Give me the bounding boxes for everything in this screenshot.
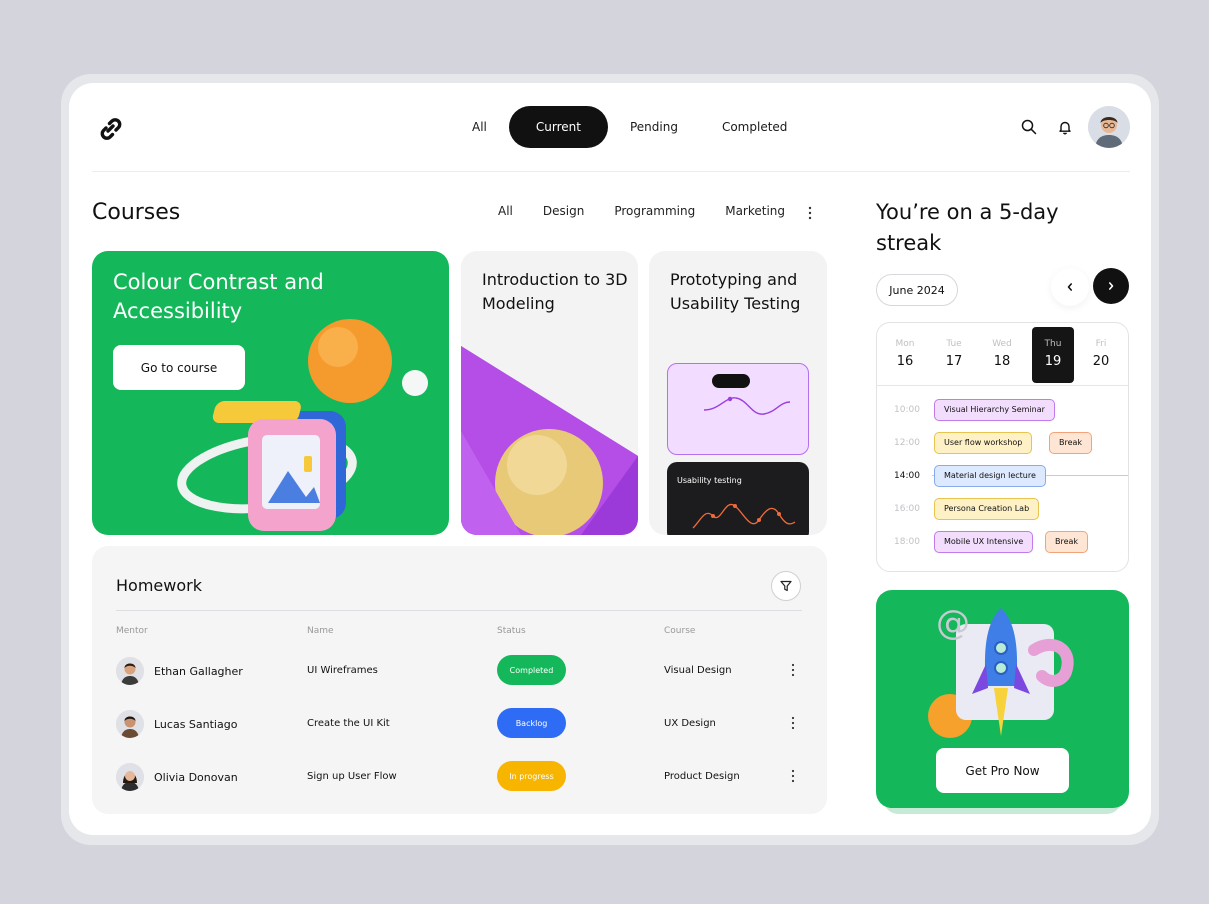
time-label: 12:00 xyxy=(894,438,920,448)
mentor-avatar xyxy=(116,763,144,791)
column-header-mentor[interactable]: Mentor xyxy=(116,626,148,636)
event-visual-hierarchy-seminar[interactable]: Visual Hierarchy Seminar xyxy=(934,399,1055,421)
row-more-icon[interactable] xyxy=(791,769,795,783)
svg-text:@: @ xyxy=(936,603,970,643)
row-more-icon[interactable] xyxy=(791,716,795,730)
homework-name: Sign up User Flow xyxy=(307,771,397,782)
bell-icon[interactable] xyxy=(1056,118,1074,136)
calendar-day-wed[interactable]: Wed 18 xyxy=(981,327,1023,383)
course-filter-marketing[interactable]: Marketing xyxy=(725,204,785,218)
pro-promo-card: @ Get Pro Now xyxy=(876,590,1129,808)
mentor-avatar xyxy=(116,657,144,685)
day-date: 20 xyxy=(1092,354,1110,369)
tab-current[interactable]: Current xyxy=(508,106,608,148)
course-filter-programming[interactable]: Programming xyxy=(614,204,695,218)
filter-button[interactable] xyxy=(771,571,801,601)
calendar-day-tue[interactable]: Tue 17 xyxy=(933,327,975,383)
mentor-name: Ethan Gallagher xyxy=(154,665,243,678)
table-row[interactable]: Ethan Gallagher UI Wireframes Completed … xyxy=(92,653,827,693)
time-label: 18:00 xyxy=(894,537,920,547)
mentor-name: Lucas Santiago xyxy=(154,718,238,731)
event-mobile-ux-intensive[interactable]: Mobile UX Intensive xyxy=(934,531,1034,553)
homework-title: Homework xyxy=(116,576,202,595)
course-filter-design[interactable]: Design xyxy=(543,204,584,218)
mentor-avatar xyxy=(116,710,144,738)
prev-week-button[interactable] xyxy=(1051,268,1089,306)
more-vertical-icon[interactable] xyxy=(808,205,812,221)
course-filter-all[interactable]: All xyxy=(498,204,513,218)
status-badge: Completed xyxy=(497,655,566,685)
calendar-day-mon[interactable]: Mon 16 xyxy=(884,327,926,383)
calendar-day-thu[interactable]: Thu 19 xyxy=(1032,327,1074,383)
get-pro-button[interactable]: Get Pro Now xyxy=(936,748,1069,793)
column-header-name[interactable]: Name xyxy=(307,626,334,636)
calendar-divider xyxy=(877,385,1128,386)
month-selector[interactable]: June 2024 xyxy=(876,274,958,306)
schedule-calendar: Mon 16 Tue 17 Wed 18 Thu 19 Fri 20 10:00… xyxy=(876,322,1129,572)
day-date: 17 xyxy=(945,354,963,369)
course-card-prototyping[interactable]: Prototyping and Usability Testing Usabil… xyxy=(649,251,827,535)
event-break[interactable]: Break xyxy=(1045,531,1089,553)
usability-mini-chart: Usability testing xyxy=(667,462,809,535)
event-break[interactable]: Break xyxy=(1049,432,1093,454)
3d-shapes-illustration xyxy=(461,346,638,535)
search-icon[interactable] xyxy=(1020,118,1038,136)
mini-line-chart xyxy=(667,363,809,455)
homework-name: UI Wireframes xyxy=(307,665,378,676)
day-name: Mon xyxy=(895,339,915,349)
day-date: 16 xyxy=(896,354,914,369)
table-row[interactable]: Olivia Donovan Sign up User Flow In prog… xyxy=(92,759,827,799)
filter-icon xyxy=(780,580,792,592)
tab-pending[interactable]: Pending xyxy=(608,106,700,148)
calendar-day-fri[interactable]: Fri 20 xyxy=(1080,327,1122,383)
day-date: 18 xyxy=(993,354,1011,369)
column-header-status[interactable]: Status xyxy=(497,626,526,636)
day-name: Thu xyxy=(1044,339,1062,349)
event-persona-creation-lab[interactable]: Persona Creation Lab xyxy=(934,498,1040,520)
link-logo-icon[interactable] xyxy=(96,114,126,144)
chevron-right-icon xyxy=(1109,282,1114,290)
course-name: Visual Design xyxy=(664,665,732,676)
user-avatar[interactable] xyxy=(1088,106,1130,148)
time-label: 16:00 xyxy=(894,504,920,514)
time-label: 10:00 xyxy=(894,405,920,415)
row-more-icon[interactable] xyxy=(791,663,795,677)
homework-name: Create the UI Kit xyxy=(307,718,390,729)
course-card-3d-modeling[interactable]: Introduction to 3D Modeling xyxy=(461,251,638,535)
course-card-colour-contrast[interactable]: Colour Contrast and Accessibility Go to … xyxy=(92,251,449,535)
day-name: Fri xyxy=(1095,339,1107,349)
course-name: Product Design xyxy=(664,771,740,782)
homework-divider xyxy=(116,610,802,611)
time-label-current: 14:00 xyxy=(894,471,920,481)
top-nav: All Current Pending Completed xyxy=(450,106,809,148)
chevron-left-icon xyxy=(1067,283,1072,291)
courses-title: Courses xyxy=(92,200,181,225)
column-header-course[interactable]: Course xyxy=(664,626,695,636)
day-name: Tue xyxy=(946,339,962,349)
accessibility-3d-illustration xyxy=(177,319,428,531)
next-week-button[interactable] xyxy=(1093,268,1129,304)
course-name: UX Design xyxy=(664,718,716,729)
header-divider xyxy=(92,171,1130,172)
status-badge: Backlog xyxy=(497,708,566,738)
mentor-name: Olivia Donovan xyxy=(154,771,238,784)
homework-panel: Homework Mentor Name Status Course Ethan… xyxy=(92,546,827,814)
event-material-design-lecture[interactable]: Material design lecture xyxy=(934,465,1046,487)
tab-all[interactable]: All xyxy=(450,106,509,148)
day-name: Wed xyxy=(992,339,1012,349)
event-user-flow-workshop[interactable]: User flow workshop xyxy=(934,432,1033,454)
day-date: 19 xyxy=(1044,354,1062,369)
course-filters: All Design Programming Marketing xyxy=(498,204,815,218)
tab-completed[interactable]: Completed xyxy=(700,106,809,148)
table-row[interactable]: Lucas Santiago Create the UI Kit Backlog… xyxy=(92,706,827,746)
streak-title: You’re on a 5-day streak xyxy=(876,200,1059,255)
status-badge: In progress xyxy=(497,761,566,791)
course-card-title: Prototyping and Usability Testing xyxy=(670,270,801,313)
